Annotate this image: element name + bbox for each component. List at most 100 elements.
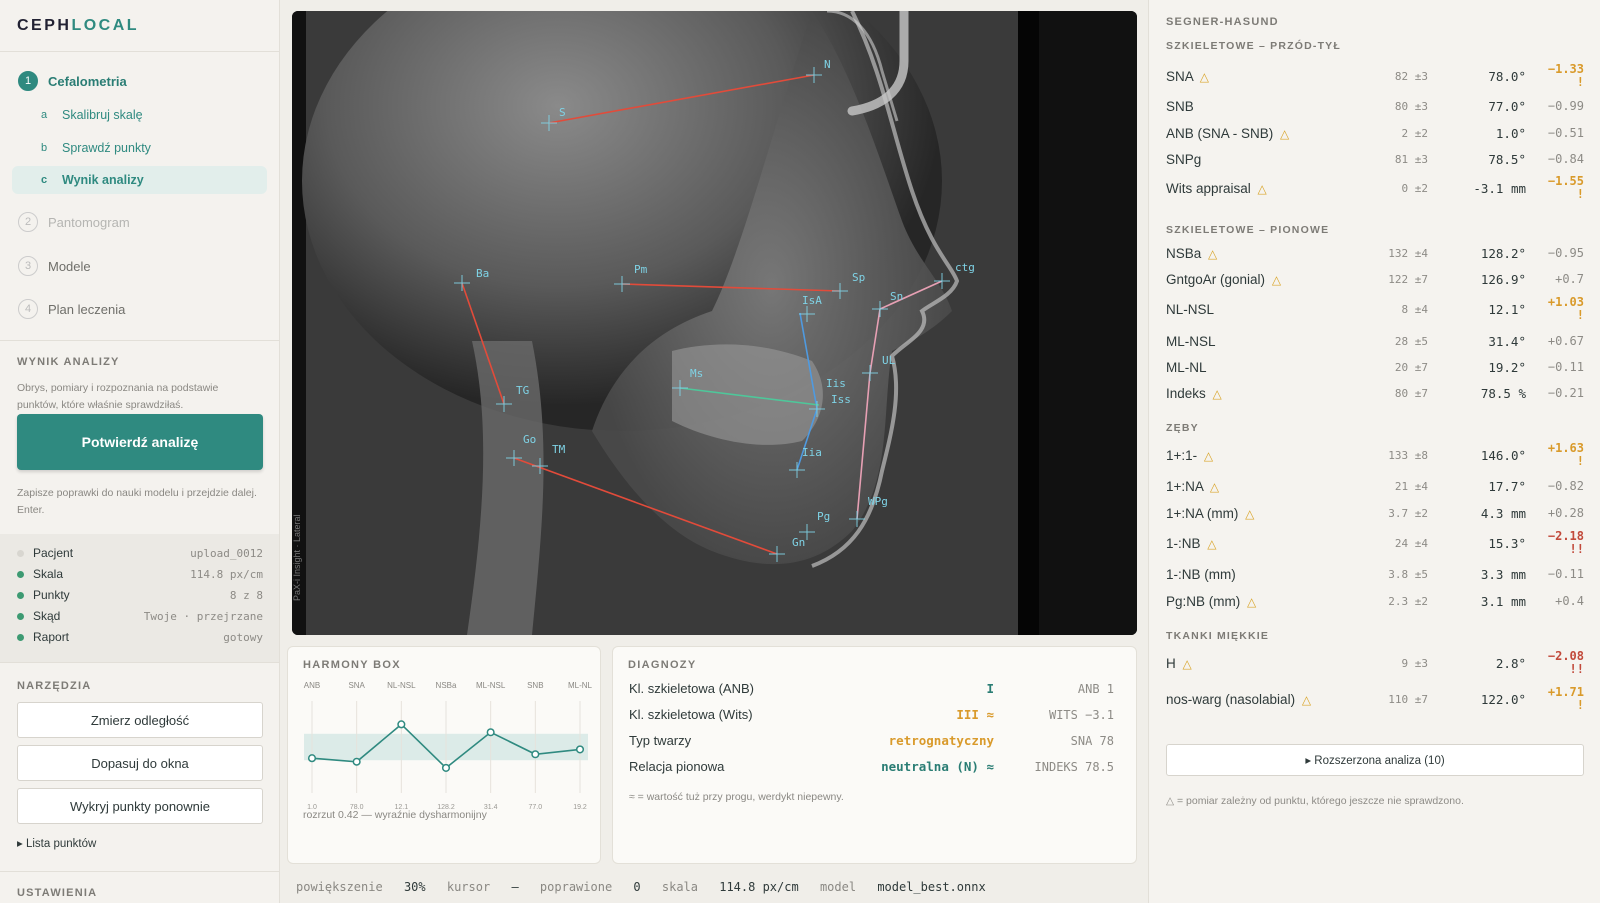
substep-calibrate[interactable]: a Skalibruj skalę <box>12 101 267 129</box>
measurement-name: NSBa △ <box>1166 245 1218 261</box>
landmark-go[interactable]: Go <box>523 433 536 446</box>
diagnosis-name: Relacja pionowa <box>629 759 725 774</box>
measurement-name: 1+:NA (mm) △ <box>1166 505 1255 521</box>
result-description: Obrys, pomiary i rozpoznania na podstawi… <box>17 382 219 411</box>
landmark-isa[interactable]: IsA <box>802 294 822 307</box>
analysis-panel: SEGNER-HASUND SZKIELETOWE – PRZÓD-TYŁ SNA… <box>1148 0 1600 903</box>
harmony-point <box>397 720 406 729</box>
harmony-label: NL-NSL <box>387 681 416 690</box>
measurement-name: GntgoAr (gonial) △ <box>1166 271 1282 287</box>
landmark-sp[interactable]: Sp <box>852 271 865 284</box>
status-row-report: Raport gotowy <box>17 630 263 644</box>
measurement-row: NSBa △ 132 ±4 128.2° −0.95 <box>1166 240 1584 266</box>
measurement-value: 78.0° <box>1488 68 1526 84</box>
measurement-norm: 0 ±2 <box>1401 181 1429 195</box>
landmark-iss[interactable]: Iss <box>831 393 851 406</box>
xray-watermark: PaX-i Insight · Lateral <box>292 514 302 601</box>
step-label: Cefalometria <box>48 73 127 89</box>
landmark-ctg[interactable]: ctg <box>955 261 975 274</box>
redetect-points-button[interactable]: Wykryj punkty ponownie <box>17 788 263 824</box>
landmark-iis[interactable]: Iis <box>826 377 846 390</box>
measurement-norm: 8 ±4 <box>1401 302 1429 316</box>
landmark-tm[interactable]: TM <box>552 443 566 456</box>
substep-check-points[interactable]: b Sprawdź punkty <box>12 134 267 162</box>
measurement-name: Pg:NB (mm) △ <box>1166 593 1257 609</box>
measurement-sd: +0.67 <box>1547 333 1584 348</box>
harmony-point <box>531 750 540 759</box>
warning-triangle-icon: △ <box>1182 656 1192 671</box>
measurement-row: SNPg 81 ±3 78.5° −0.84 <box>1166 146 1584 172</box>
analysis-footnote: △ = pomiar zależny od punktu, którego je… <box>1166 795 1464 807</box>
landmark-ba[interactable]: Ba <box>476 267 489 280</box>
diagnosis-row: Kl. szkieletowa (ANB) I ANB 1 <box>629 681 1114 696</box>
analysis-section-title: TKANKI MIĘKKIE <box>1166 630 1270 642</box>
measurement-norm: 24 ±4 <box>1394 536 1428 550</box>
fixed-count: 0 <box>633 880 641 894</box>
confirm-note: Zapisze poprawki do nauki modelu i przej… <box>17 487 257 516</box>
landmark-n[interactable]: N <box>824 58 831 71</box>
landmark-s[interactable]: S <box>559 106 566 119</box>
measurement-name: Indeks △ <box>1166 385 1222 401</box>
measurement-name: SNPg <box>1166 151 1202 167</box>
measure-distance-button[interactable]: Zmierz odległość <box>17 702 263 738</box>
landmark-sn[interactable]: Sn <box>890 290 903 303</box>
landmark-tg[interactable]: TG <box>516 384 529 397</box>
harmony-chart: ANB1.0SNA78.0NL-NSL12.1NSBa128.2ML-NSL31… <box>304 681 593 811</box>
step-treatment-plan[interactable]: 4 Plan leczenia <box>18 297 125 321</box>
extended-analysis-button[interactable]: ▸ Rozszerzona analiza (10) <box>1166 744 1584 776</box>
landmark-ms[interactable]: Ms <box>690 367 703 380</box>
measurement-row: GntgoAr (gonial) △ 122 ±7 126.9° +0.7 <box>1166 266 1584 292</box>
measurement-row: ANB (SNA - SNB) △ 2 ±2 1.0° −0.51 <box>1166 120 1584 146</box>
measurement-norm: 132 ±4 <box>1388 246 1428 260</box>
measurement-row: 1+:NA (mm) △ 3.7 ±2 4.3 mm +0.28 <box>1166 500 1584 526</box>
landmark-pm[interactable]: Pm <box>634 263 648 276</box>
warning-triangle-icon: △ <box>1257 181 1267 196</box>
confirm-analysis-button[interactable]: Potwierdź analizę <box>17 414 263 470</box>
xray-canvas[interactable]: N S Ba Pm Sp ctg IsA Sn UL Iis Iss Ms TG… <box>292 11 1137 635</box>
measurement-row: 1+:1- △ 133 ±8 146.0° +1.63! <box>1166 442 1584 468</box>
measurement-name: ML-NL <box>1166 359 1207 375</box>
harmony-point <box>441 763 451 772</box>
diagnosis-ref: ANB 1 <box>1077 681 1114 696</box>
landmark-wpg[interactable]: WPg <box>868 495 888 508</box>
substep-analysis-result[interactable]: c Wynik analizy <box>12 166 267 194</box>
measurement-sd: +0.7 <box>1555 271 1584 286</box>
xray-viewer[interactable]: N S Ba Pm Sp ctg IsA Sn UL Iis Iss Ms TG… <box>292 11 1137 635</box>
status-row-points: Punkty 8 z 8 <box>17 588 263 602</box>
measurement-norm: 20 ±7 <box>1394 360 1428 374</box>
zoom-level: 30% <box>403 880 426 894</box>
fit-to-window-button[interactable]: Dopasuj do okna <box>17 745 263 781</box>
warning-triangle-icon: △ <box>1212 386 1222 401</box>
step-pantomogram[interactable]: 2 Pantomogram <box>18 210 130 234</box>
measurement-norm: 82 ±3 <box>1394 69 1428 83</box>
analysis-section-title: SZKIELETOWE – PIONOWE <box>1166 224 1330 236</box>
landmark-iia[interactable]: Iia <box>802 446 822 459</box>
diagnosis-ref: WITS −3.1 <box>1048 707 1114 722</box>
landmark-ul[interactable]: UL <box>882 354 896 367</box>
step-cefalometria[interactable]: 1 Cefalometria <box>18 69 127 93</box>
harmony-label: SNB <box>527 681 543 690</box>
measurement-norm: 122 ±7 <box>1388 272 1428 286</box>
warning-triangle-icon: △ <box>1280 126 1290 141</box>
measurement-sd: −0.11 <box>1547 359 1584 374</box>
landmark-pg[interactable]: Pg <box>817 510 830 523</box>
diagnosis-row: Relacja pionowa neutralna (N) ≈ INDEKS 78.… <box>629 759 1114 774</box>
measurement-name: NL-NSL <box>1166 301 1215 317</box>
diagnosis-value: III ≈ <box>956 707 994 722</box>
landmark-gn[interactable]: Gn <box>792 536 805 549</box>
warning-triangle-icon: △ <box>1247 594 1257 609</box>
measurement-flag: !! <box>1569 662 1584 676</box>
warning-triangle-icon: △ <box>1301 692 1312 707</box>
diagnosis-ref: SNA 78 <box>1070 733 1114 748</box>
measurement-name: SNA △ <box>1166 68 1210 84</box>
measurement-sd: +0.28 <box>1547 505 1584 520</box>
measurement-name: Wits appraisal △ <box>1166 180 1267 196</box>
measurement-value: 77.0° <box>1488 98 1526 114</box>
harmony-label: ANB <box>304 681 320 690</box>
diagnoses-card: DIAGNOZY Kl. szkieletowa (ANB) I ANB 1 Kl. … <box>612 646 1137 864</box>
step-models[interactable]: 3 Modele <box>18 254 91 278</box>
measurement-sd: −0.82 <box>1547 478 1584 493</box>
measurement-flag: ! <box>1576 454 1584 468</box>
harmony-label: ML-NL <box>568 681 593 690</box>
points-list-toggle[interactable]: ▸ Lista punktów <box>17 836 96 850</box>
